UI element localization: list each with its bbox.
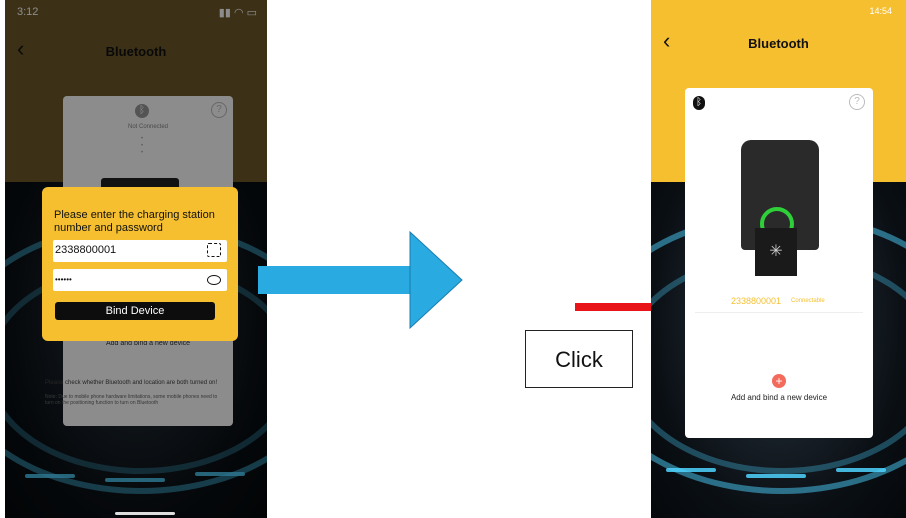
scan-icon[interactable] — [207, 243, 221, 257]
page-title: Bluetooth — [748, 36, 809, 51]
bind-device-dialog: Please enter the charging station number… — [42, 187, 238, 341]
password-field[interactable]: •••••• — [53, 269, 227, 291]
add-device-label[interactable]: Add and bind a new device — [685, 393, 873, 402]
right-phone-screenshot: 14:54 ‹ Bluetooth ᛒ ? ✳ 2338800001 Conne… — [651, 0, 906, 518]
home-indicator — [115, 512, 175, 515]
password-value: •••••• — [55, 275, 72, 284]
device-status: Connectable — [791, 298, 825, 304]
add-device-icon[interactable]: + — [772, 374, 786, 388]
blue-arrow-head — [409, 230, 463, 330]
status-time: 14:54 — [869, 6, 892, 16]
click-callout: Click — [525, 330, 633, 388]
station-number-value: 2338800001 — [55, 244, 117, 256]
help-icon[interactable]: ? — [849, 94, 865, 110]
left-phone-screenshot: 3:12 ▮▮ ◠ ▭ ‹ Bluetooth ᛒ ? Not Connecte… — [5, 0, 267, 518]
station-number-field[interactable]: 2338800001 — [53, 240, 227, 262]
blue-arrow-body — [258, 266, 418, 294]
charger-device-image: ✳ — [741, 140, 819, 276]
dialog-prompt: Please enter the charging station number… — [54, 209, 215, 234]
eye-icon[interactable] — [207, 275, 221, 285]
device-card: ᛒ ? ✳ 2338800001 Connectable + Add and b… — [685, 88, 873, 438]
device-id: 2338800001 — [731, 296, 782, 306]
bind-device-button[interactable]: Bind Device — [55, 302, 215, 320]
bluetooth-icon: ᛒ — [693, 96, 705, 110]
device-list-item[interactable]: 2338800001 Connectable — [695, 290, 863, 313]
loading-spinner-icon: ✳ — [755, 228, 797, 276]
